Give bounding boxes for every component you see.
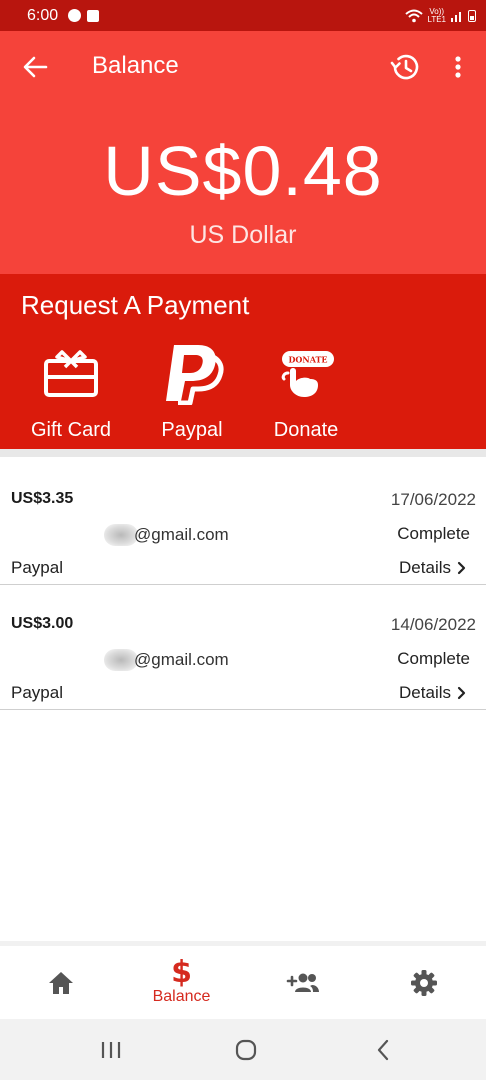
more-options-button[interactable] (446, 51, 470, 83)
transaction-item[interactable]: US$3.00 14/06/2022 @gmail.com Complete P… (0, 585, 486, 710)
more-vert-icon (455, 56, 461, 78)
transaction-status: Complete (397, 649, 470, 668)
recent-apps-icon (101, 1042, 121, 1058)
donate-icon: DONATE (251, 342, 361, 406)
request-payment-section: Request A Payment Gift Card Paypal DONAT… (0, 274, 486, 449)
transaction-date: 14/06/2022 (390, 615, 476, 634)
dollar-icon: $ (171, 954, 192, 990)
transaction-item[interactable]: US$3.35 17/06/2022 @gmail.com Complete P… (0, 460, 486, 585)
transaction-date: 17/06/2022 (390, 490, 476, 509)
lte-indicator: Vo)) LTE1 (427, 7, 446, 24)
notification-app-icon (68, 9, 82, 22)
back-chevron-icon (377, 1039, 389, 1061)
request-payment-title: Request A Payment (21, 290, 250, 320)
transaction-email: @gmail.com (104, 524, 229, 546)
redacted-email-blur (104, 649, 138, 671)
lte-bottom-label: LTE1 (427, 14, 446, 24)
nav-home[interactable] (0, 946, 121, 1019)
wifi-icon (405, 9, 424, 22)
transaction-status: Complete (397, 524, 470, 543)
battery-icon (468, 9, 476, 22)
home-icon (48, 971, 73, 994)
donate-label: Donate (273, 419, 339, 441)
gift-card-icon (16, 342, 126, 406)
home-circle-icon (235, 1039, 257, 1061)
system-navigation-bar (0, 1019, 486, 1080)
transaction-email-domain: @gmail.com (134, 650, 229, 669)
gift-card-label: Gift Card (30, 419, 112, 441)
transaction-method: Paypal (11, 683, 63, 702)
balance-amount: US$0.48 (103, 132, 383, 210)
back-button[interactable] (20, 53, 52, 81)
balance-header: Balance US$0.48 US Dollar (0, 31, 486, 274)
balance-currency: US Dollar (189, 221, 297, 249)
nav-balance[interactable]: $ Balance (121, 946, 242, 1019)
transaction-amount: US$3.00 (11, 615, 74, 632)
bottom-navigation: $ Balance (0, 941, 486, 1019)
section-divider (0, 449, 486, 457)
home-system-button[interactable] (231, 1036, 261, 1064)
details-label: Details (399, 558, 451, 577)
status-bar: 6:00 Vo)) LTE1 (0, 0, 486, 31)
paypal-label: Paypal (161, 419, 223, 441)
chevron-right-icon (457, 561, 466, 575)
back-system-button[interactable] (368, 1036, 398, 1064)
status-system-icons: Vo)) LTE1 (405, 7, 476, 24)
settings-icon (410, 969, 437, 996)
notification-check-icon (87, 9, 100, 22)
transaction-details-link[interactable]: Details (399, 683, 466, 703)
donate-option[interactable]: DONATE Donate (251, 342, 361, 442)
donate-badge-text: DONATE (288, 355, 327, 365)
page-title: Balance (92, 52, 179, 79)
status-time: 6:00 (27, 6, 59, 24)
redacted-email-blur (104, 524, 138, 546)
paypal-option[interactable]: Paypal (137, 342, 247, 442)
signal-icon (451, 11, 461, 22)
add-friends-icon (286, 973, 319, 992)
recent-apps-button[interactable] (96, 1036, 126, 1064)
details-label: Details (399, 683, 451, 702)
nav-add-friends[interactable] (242, 946, 363, 1019)
transaction-email-domain: @gmail.com (134, 525, 229, 544)
nav-balance-label: Balance (152, 987, 211, 1005)
transaction-details-link[interactable]: Details (399, 558, 466, 578)
gift-card-option[interactable]: Gift Card (16, 342, 126, 442)
transaction-amount: US$3.35 (11, 490, 74, 507)
arrow-left-icon (23, 56, 48, 78)
transaction-method: Paypal (11, 558, 63, 577)
toolbar: Balance (0, 31, 486, 103)
status-notification-icons (68, 9, 100, 22)
nav-settings[interactable] (363, 946, 484, 1019)
paypal-icon (137, 342, 247, 406)
chevron-right-icon (457, 686, 466, 700)
history-icon (390, 54, 419, 80)
history-button[interactable] (389, 51, 421, 83)
transaction-email: @gmail.com (104, 649, 229, 671)
